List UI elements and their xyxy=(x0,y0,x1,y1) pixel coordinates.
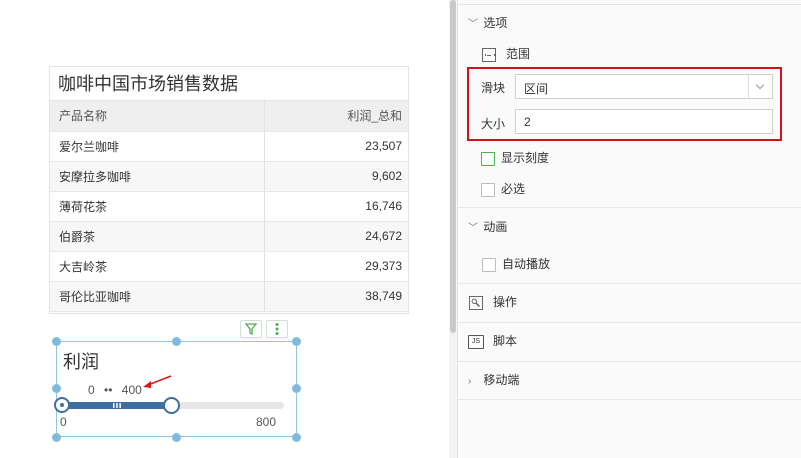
chevron-down-icon: ﹀ xyxy=(468,223,478,234)
auto-play-option[interactable]: 自动播放 xyxy=(482,256,550,272)
range-slider-thumb-high[interactable] xyxy=(163,397,180,414)
table-cell-product: 哥伦比亚咖啡 xyxy=(50,281,265,312)
panel-top-divider xyxy=(458,4,801,5)
resize-handle[interactable] xyxy=(292,384,301,393)
table-cell-profit: 23,507 xyxy=(264,131,408,162)
section-options-label: 选项 xyxy=(483,16,508,30)
section-divider xyxy=(458,322,801,323)
slider-type-value: 区间 xyxy=(524,82,549,96)
section-animation[interactable]: ﹀ 动画 xyxy=(468,219,507,235)
table-row: 大吉岭茶 29,373 xyxy=(50,251,408,282)
slider-max-label: 800 xyxy=(256,415,277,429)
table-cell-profit: 29,373 xyxy=(264,251,408,282)
operation-icon xyxy=(469,295,483,310)
resize-handle[interactable] xyxy=(52,337,61,346)
resize-handle[interactable] xyxy=(292,433,301,442)
table-cell-product: 薄荷花茶 xyxy=(50,191,265,222)
slider-title: 利润 xyxy=(63,352,99,372)
sales-table-widget[interactable]: 咖啡中国市场销售数据 产品名称 利润_总和 爱尔兰咖啡 23,507 安摩拉多咖… xyxy=(49,66,409,314)
required-option[interactable]: 必选 xyxy=(481,181,525,197)
annotation-arrow-icon xyxy=(143,375,172,388)
section-divider xyxy=(458,207,801,208)
table-row: 伯爵茶 24,672 xyxy=(50,221,408,252)
table-cell-profit: 9,602 xyxy=(264,161,408,192)
table-cell-profit: 16,746 xyxy=(264,191,408,222)
range-slider-fill[interactable] xyxy=(60,402,172,409)
sales-table: 产品名称 利润_总和 爱尔兰咖啡 23,507 安摩拉多咖啡 9,602 薄荷花… xyxy=(50,101,408,312)
range-high-value: 400 xyxy=(121,383,142,397)
table-title: 咖啡中国市场销售数据 xyxy=(50,67,408,101)
show-scale-label: 显示刻度 xyxy=(501,151,550,165)
more-vertical-icon xyxy=(275,323,279,335)
show-scale-checkbox[interactable] xyxy=(481,151,495,166)
section-operation-label: 操作 xyxy=(493,295,518,309)
section-animation-label: 动画 xyxy=(483,220,508,234)
design-canvas[interactable]: 咖啡中国市场销售数据 产品名称 利润_总和 爱尔兰咖啡 23,507 安摩拉多咖… xyxy=(0,0,449,458)
section-script-label: 脚本 xyxy=(493,334,518,348)
table-row: 哥伦比亚咖啡 38,749 xyxy=(50,281,408,312)
canvas-scrollbar-thumb[interactable] xyxy=(450,0,456,333)
auto-play-checkbox[interactable] xyxy=(482,257,496,272)
resize-handle[interactable] xyxy=(172,433,181,442)
widget-toolbar xyxy=(240,320,292,338)
chevron-down-icon: ﹀ xyxy=(468,19,478,30)
range-option[interactable]: 范围 xyxy=(482,46,530,62)
resize-handle[interactable] xyxy=(292,337,301,346)
table-header-row: 产品名称 利润_总和 xyxy=(50,101,408,132)
slider-type-label: 滑块 xyxy=(481,81,506,95)
section-divider xyxy=(458,361,801,362)
required-label: 必选 xyxy=(501,182,526,196)
required-checkbox[interactable] xyxy=(481,182,495,197)
section-divider xyxy=(458,399,801,400)
table-cell-product: 爱尔兰咖啡 xyxy=(50,131,265,162)
range-separator: •• xyxy=(104,383,113,397)
section-mobile[interactable]: › 移动端 xyxy=(468,372,519,388)
section-mobile-label: 移动端 xyxy=(483,373,520,387)
auto-play-label: 自动播放 xyxy=(502,257,551,271)
size-input[interactable] xyxy=(515,109,773,134)
resize-handle[interactable] xyxy=(52,433,61,442)
more-button[interactable] xyxy=(266,320,288,338)
table-cell-product: 安摩拉多咖啡 xyxy=(50,161,265,192)
table-cell-profit: 24,672 xyxy=(264,221,408,252)
column-header-product[interactable]: 产品名称 xyxy=(50,101,265,132)
range-low-value: 0 xyxy=(88,383,95,397)
table-cell-product: 大吉岭茶 xyxy=(50,251,265,282)
range-option-label: 范围 xyxy=(506,47,531,61)
range-slider-thumb-low[interactable] xyxy=(54,397,70,413)
show-scale-option[interactable]: 显示刻度 xyxy=(481,150,549,166)
section-divider xyxy=(458,283,801,284)
filter-icon xyxy=(244,323,258,336)
grip-icon xyxy=(113,403,121,408)
slider-min-label: 0 xyxy=(60,415,67,429)
js-icon: JS xyxy=(468,334,484,349)
column-header-profit[interactable]: 利润_总和 xyxy=(264,101,408,132)
chevron-down-icon xyxy=(748,75,772,98)
range-readout: 0 •• 400 xyxy=(88,383,142,397)
section-operation[interactable]: 操作 xyxy=(468,294,517,310)
table-row: 爱尔兰咖啡 23,507 xyxy=(50,131,408,162)
resize-handle[interactable] xyxy=(172,337,181,346)
table-cell-product: 伯爵茶 xyxy=(50,221,265,252)
slider-type-select[interactable]: 区间 xyxy=(515,74,773,99)
resize-handle[interactable] xyxy=(52,384,61,393)
chevron-right-icon: › xyxy=(468,376,472,387)
filter-button[interactable] xyxy=(240,320,262,338)
section-script[interactable]: JS 脚本 xyxy=(468,333,517,349)
table-row: 安摩拉多咖啡 9,602 xyxy=(50,161,408,192)
table-row: 薄荷花茶 16,746 xyxy=(50,191,408,222)
section-options[interactable]: ﹀ 选项 xyxy=(468,15,507,31)
table-cell-profit: 38,749 xyxy=(264,281,408,312)
size-label: 大小 xyxy=(481,117,506,131)
range-icon xyxy=(482,47,496,62)
canvas-scrollbar[interactable] xyxy=(449,0,457,458)
